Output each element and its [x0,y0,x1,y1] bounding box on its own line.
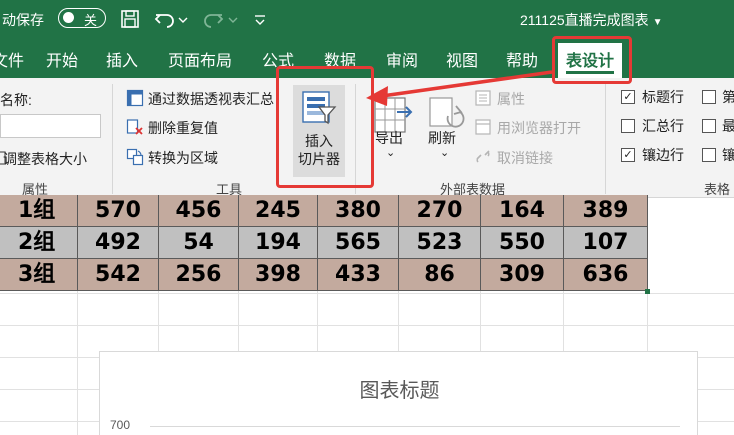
table-cell[interactable]: 245 [239,195,318,227]
table-row: 2组 492 54 194 565 523 550 107 [0,227,648,259]
tab-page-layout[interactable]: 页面布局 [168,47,232,71]
table-cell[interactable]: 550 [481,227,564,259]
header-row-checkbox[interactable]: ✓ [621,90,635,104]
group-label-table-styles: 表格 [704,182,731,197]
row-header-cell[interactable]: 2组 [0,227,78,259]
first-column-label: 第 [722,89,734,105]
table-cell[interactable]: 492 [78,227,159,259]
table-name-label: 表名称: [0,92,32,108]
tab-home[interactable]: 开始 [46,47,78,71]
table-cell[interactable]: 542 [78,259,159,291]
remove-duplicates-icon [126,119,143,135]
unlink-button[interactable]: 取消链接 [497,148,553,168]
convert-to-range-icon [126,148,144,166]
title-bar: 自动保存 关 211125直播完成图表▼ [0,0,734,37]
redo-icon[interactable] [200,6,226,32]
table-cell[interactable]: 565 [318,227,399,259]
banded-columns-checkbox[interactable] [702,148,716,162]
open-in-browser-icon [475,119,491,135]
chart-gridline [150,426,680,427]
autosave-state: 关 [84,13,98,28]
table-cell[interactable]: 523 [399,227,481,259]
refresh-button[interactable]: 刷新 [428,128,456,148]
table-cell[interactable]: 194 [239,227,318,259]
unlink-icon [476,150,490,163]
pivot-table-icon [126,89,144,107]
table-cell[interactable]: 389 [564,195,648,227]
table-cell[interactable]: 86 [399,259,481,291]
gridline [0,293,734,294]
table-cell[interactable]: 54 [159,227,239,259]
annotation-arrow-icon [366,70,553,106]
autosave-toggle[interactable]: 关 [58,8,106,28]
resize-handle[interactable] [645,289,650,294]
toggle-knob [63,12,74,23]
customize-toolbar-icon[interactable] [250,6,270,32]
redo-dropdown-icon[interactable] [226,6,240,32]
chart-title[interactable]: 图表标题 [100,374,699,403]
tab-insert[interactable]: 插入 [106,47,138,71]
table-cell[interactable]: 107 [564,227,648,259]
table-cell[interactable]: 256 [159,259,239,291]
header-row-label: 标题行 [642,89,684,105]
remove-duplicates-button[interactable]: 删除重复值 [148,118,218,138]
table-cell[interactable]: 636 [564,259,648,291]
total-row-label: 汇总行 [642,118,684,134]
table-cell[interactable]: 570 [78,195,159,227]
file-title-text: 211125直播完成图表 [520,12,649,28]
group-separator [605,84,606,194]
table-row: 1组 570 456 245 380 270 164 389 [0,195,648,227]
last-column-label: 最 [722,118,734,134]
banded-columns-label: 镶 [722,147,734,163]
table-cell[interactable]: 380 [318,195,399,227]
gridline [0,325,734,326]
last-column-checkbox[interactable] [702,119,716,133]
refresh-dropdown-icon[interactable]: ⌄ [440,146,449,159]
chart-area[interactable]: 图表标题 700 [99,351,698,435]
table-cell[interactable]: 164 [481,195,564,227]
row-header-cell[interactable]: 3组 [0,259,78,291]
chevron-down-icon: ▼ [652,17,663,28]
tab-file[interactable]: 文件 [0,47,24,71]
save-icon[interactable] [117,6,143,32]
table-name-input[interactable] [0,114,101,138]
banded-rows-checkbox[interactable]: ✓ [621,148,635,162]
table-cell[interactable]: 270 [399,195,481,227]
table-cell[interactable]: 456 [159,195,239,227]
group-separator [112,84,113,194]
autosave-label: 自动保存 [0,12,44,28]
y-axis-tick-label: 700 [110,418,131,432]
export-button[interactable]: 导出 [375,128,403,148]
row-header-cell[interactable]: 1组 [0,195,78,227]
table-cell[interactable]: 433 [318,259,399,291]
summarize-pivot-button[interactable]: 通过数据透视表汇总 [148,89,274,109]
undo-dropdown-icon[interactable] [176,6,190,32]
resize-table-button[interactable]: 调整表格大小 [3,149,87,169]
table-cell[interactable]: 309 [481,259,564,291]
table-row: 3组 542 256 398 433 86 309 636 [0,259,648,291]
highlight-table-design-tab [552,36,632,84]
first-column-checkbox[interactable] [702,90,716,104]
export-dropdown-icon[interactable]: ⌄ [386,146,395,159]
table-cell[interactable]: 398 [239,259,318,291]
file-title[interactable]: 211125直播完成图表 ▼ [520,10,663,30]
total-row-checkbox[interactable] [621,119,635,133]
convert-to-range-button[interactable]: 转换为区域 [148,148,218,168]
undo-icon[interactable] [152,6,178,32]
open-in-browser-button[interactable]: 用浏览器打开 [497,118,581,138]
banded-rows-label: 镶边行 [642,147,684,163]
